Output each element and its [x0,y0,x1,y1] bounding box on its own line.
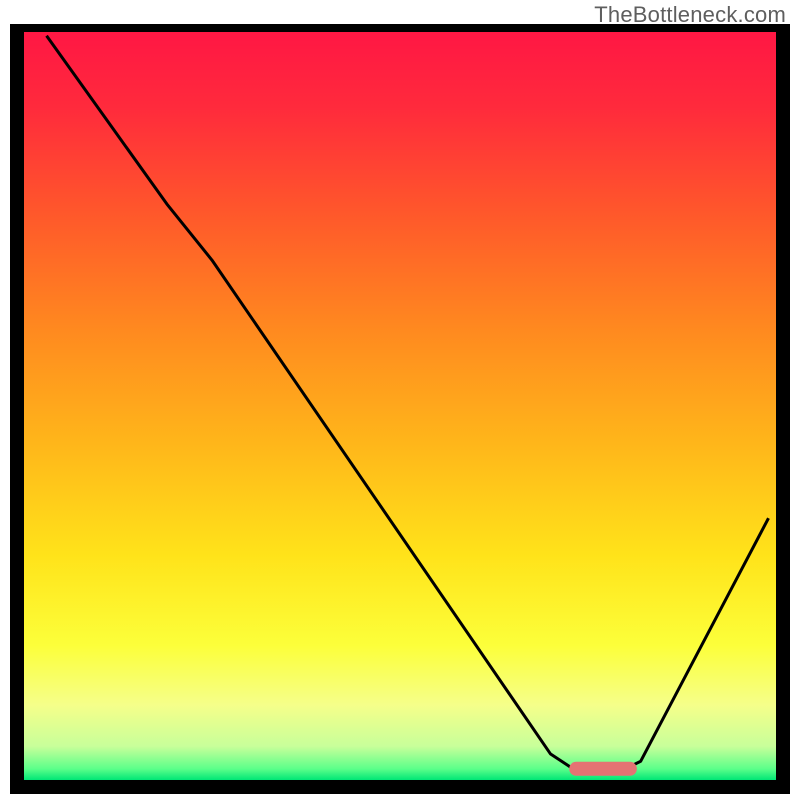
watermark-text: TheBottleneck.com [594,2,786,28]
optimal-marker [569,762,637,776]
chart-container: TheBottleneck.com [0,0,800,800]
bottleneck-chart [0,0,800,800]
